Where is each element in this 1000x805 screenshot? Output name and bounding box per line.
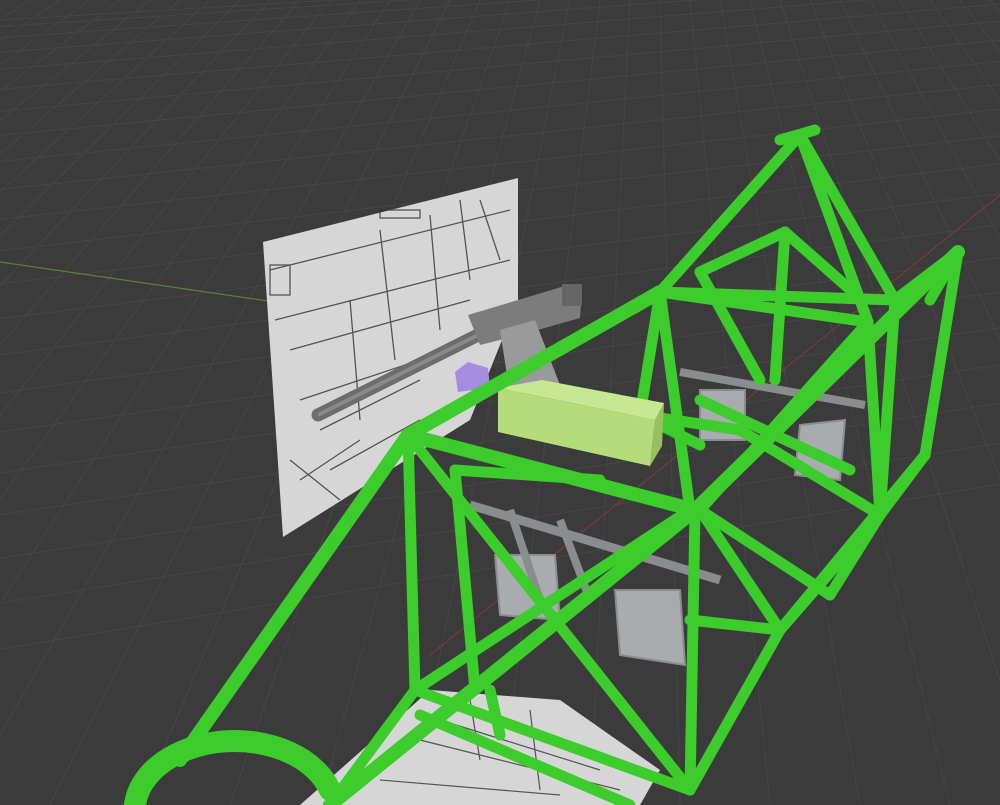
frame-tube xyxy=(694,504,786,636)
grid-line xyxy=(0,0,61,42)
viewport-scene[interactable] xyxy=(0,0,1000,805)
grid-line xyxy=(0,0,91,66)
grid-line xyxy=(0,0,545,39)
grid-line xyxy=(899,0,1000,162)
grid-line xyxy=(0,0,151,122)
grid-line xyxy=(929,0,1000,102)
3d-viewport[interactable] xyxy=(0,0,1000,805)
frame-tube xyxy=(684,614,786,636)
reference-image-side[interactable] xyxy=(263,178,518,537)
grid-line xyxy=(0,0,121,92)
frame-tube xyxy=(684,504,701,796)
frame-tube xyxy=(774,124,821,146)
grid-line xyxy=(959,0,1000,53)
grid-line xyxy=(0,0,211,193)
frame-tube xyxy=(402,429,421,696)
frame-tube xyxy=(694,266,766,386)
grid-line xyxy=(0,0,416,27)
frame-tube xyxy=(654,286,696,516)
grid-line xyxy=(0,0,241,237)
grid-line xyxy=(0,0,31,21)
grid-line xyxy=(0,83,1000,190)
frame-tube xyxy=(634,286,666,421)
grid-line xyxy=(0,20,1000,112)
y-axis-line xyxy=(0,261,276,303)
grid-line xyxy=(989,0,1000,13)
